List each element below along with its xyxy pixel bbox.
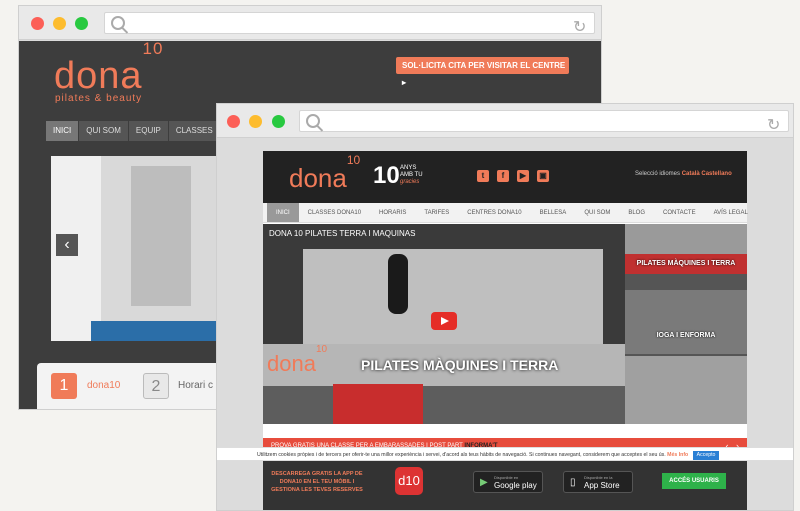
slider-prev-icon[interactable]: ‹ <box>56 234 78 256</box>
front-browser-toolbar: ↻ <box>217 104 793 138</box>
search-icon <box>306 114 320 128</box>
nav-item-centres[interactable]: CENTRES DONA10 <box>458 203 530 222</box>
nav-item-qui-som[interactable]: QUI SOM <box>79 121 128 141</box>
main-nav: INICI CLASSES DONA10 HORARIS TARIFES CEN… <box>263 203 748 223</box>
lang-castellano[interactable]: Castellano <box>701 171 731 177</box>
minimize-dot[interactable] <box>53 17 66 30</box>
google-play-icon: ▶ <box>480 477 488 488</box>
app-download-text: DESCARREGA GRATIS LA APP DE DONA10 EN EL… <box>271 471 363 493</box>
main-nav: INICI QUI SOM EQUIP CLASSES <box>46 121 221 141</box>
search-icon <box>111 16 125 30</box>
thumbnail[interactable]: IOGA I ENFORMA <box>625 290 747 354</box>
step-label[interactable]: dona10 <box>87 380 120 391</box>
language-label: Selecció idiomes <box>635 171 681 177</box>
nav-item-tarifes[interactable]: TARIFES <box>415 203 458 222</box>
step-label[interactable]: Horari c <box>178 380 213 391</box>
site-footer: DESCARREGA GRATIS LA APP DE DONA10 EN EL… <box>263 454 747 510</box>
hero-panel <box>131 166 191 306</box>
users-access-button[interactable]: ACCÉS USUARIS <box>662 473 726 489</box>
lang-catala[interactable]: Català <box>682 171 700 177</box>
cookie-banner: Utilitzem cookies pròpies i de tercers p… <box>217 447 793 461</box>
video-red-element <box>333 384 423 424</box>
nav-item-inici[interactable]: INICI <box>267 203 299 222</box>
nav-item-avis-legal[interactable]: AVÍS LEGAL <box>705 203 757 222</box>
facebook-icon[interactable]: f <box>497 170 509 182</box>
video-background <box>303 249 603 349</box>
thumbnail[interactable] <box>625 356 747 424</box>
close-dot[interactable] <box>227 115 240 128</box>
address-bar[interactable]: ↻ <box>299 110 789 135</box>
back-browser-toolbar: ↻ <box>19 6 601 40</box>
thumbnail-column: PILATES MÀQUINES I TERRA IOGA I ENFORMA <box>625 224 747 424</box>
google-play-button[interactable]: ▶ Disponible en Google play <box>473 471 543 493</box>
thumbnail-label: PILATES MÀQUINES I TERRA <box>636 260 736 267</box>
anniversary-text: ANYS AMB TU gracies <box>400 165 423 186</box>
step-badge[interactable]: 1 <box>51 373 77 399</box>
video-title[interactable]: DONA 10 PILATES TERRA I MAQUINAS <box>269 229 415 238</box>
anniversary-line: ANYS <box>400 165 417 171</box>
appointment-button[interactable]: SOL·LICITA CITA PER VISITAR EL CENTRE ▸ <box>396 57 569 87</box>
nav-item-blog[interactable]: BLOG <box>619 203 654 222</box>
site-tagline: pilates & beauty <box>55 93 143 104</box>
thumbnail[interactable]: PILATES MÀQUINES I TERRA <box>625 254 747 274</box>
anniversary-line: gracies <box>400 179 420 185</box>
nav-item-qui-som[interactable]: QUI SOM <box>575 203 619 222</box>
video-person <box>388 254 408 314</box>
twitter-icon[interactable]: t <box>477 170 489 182</box>
anniversary-number: 10 <box>373 162 400 189</box>
front-browser-window: ↻ dona10 10 ANYS AMB TU gracies t f ▶ ▣ … <box>216 103 794 511</box>
thumbnail-label: IOGA I ENFORMA <box>656 332 716 339</box>
close-dot[interactable] <box>31 17 44 30</box>
maximize-dot[interactable] <box>272 115 285 128</box>
steps-bar: 1 dona10 2 Horari c <box>37 363 237 409</box>
hero-panel <box>91 321 221 341</box>
site-logo[interactable]: dona10 <box>289 153 360 194</box>
step-badge[interactable]: 2 <box>143 373 169 399</box>
store-label: App Store <box>584 481 620 490</box>
nav-item-classes[interactable]: CLASSES <box>168 121 220 141</box>
reload-icon[interactable]: ↻ <box>573 17 586 37</box>
store-small-text: Disponible en la <box>584 475 613 480</box>
cookie-accept-button[interactable]: Accepto <box>692 451 720 460</box>
arrow-circle-icon: ▸ <box>402 78 407 87</box>
anniversary-line: AMB TU <box>400 172 423 178</box>
store-label: Google play <box>494 481 537 490</box>
nav-item-bellesa[interactable]: BELLESA <box>531 203 576 222</box>
store-small-text: Disponible en <box>494 475 519 480</box>
minimize-dot[interactable] <box>249 115 262 128</box>
nav-item-equip[interactable]: EQUIP <box>128 121 168 141</box>
reload-icon[interactable]: ↻ <box>767 115 780 135</box>
video-overlay-text: PILATES MÀQUINES I TERRA <box>361 357 559 373</box>
maximize-dot[interactable] <box>75 17 88 30</box>
nav-item-classes[interactable]: CLASSES DONA10 <box>299 203 370 222</box>
youtube-icon[interactable]: ▶ <box>517 170 529 182</box>
phone-icon: ▯ <box>570 477 576 488</box>
app-store-button[interactable]: ▯ Disponible en la App Store <box>563 471 633 493</box>
nav-item-horaris[interactable]: HORARIS <box>370 203 415 222</box>
nav-item-contacte[interactable]: CONTACTE <box>654 203 705 222</box>
app-icon[interactable]: d10 <box>395 467 423 495</box>
site-logo[interactable]: dona10 <box>54 39 163 98</box>
cookie-more-link[interactable]: Més Info <box>667 452 688 458</box>
cookie-text: Utilitzem cookies pròpies i de tercers p… <box>257 452 666 458</box>
front-page: dona10 10 ANYS AMB TU gracies t f ▶ ▣ Se… <box>217 139 793 510</box>
video-player[interactable]: DONA 10 PILATES TERRA I MAQUINAS dona10 … <box>263 224 625 424</box>
play-icon[interactable] <box>431 312 457 330</box>
language-selector: Selecció idiomes Català Castellano <box>635 171 732 177</box>
address-bar[interactable]: ↻ <box>104 12 595 37</box>
site-header: dona10 10 ANYS AMB TU gracies t f ▶ ▣ Se… <box>263 151 747 203</box>
nav-item-inici[interactable]: INICI <box>46 121 79 141</box>
instagram-icon[interactable]: ▣ <box>537 170 549 182</box>
video-overlay-logo: dona10 <box>267 343 328 376</box>
